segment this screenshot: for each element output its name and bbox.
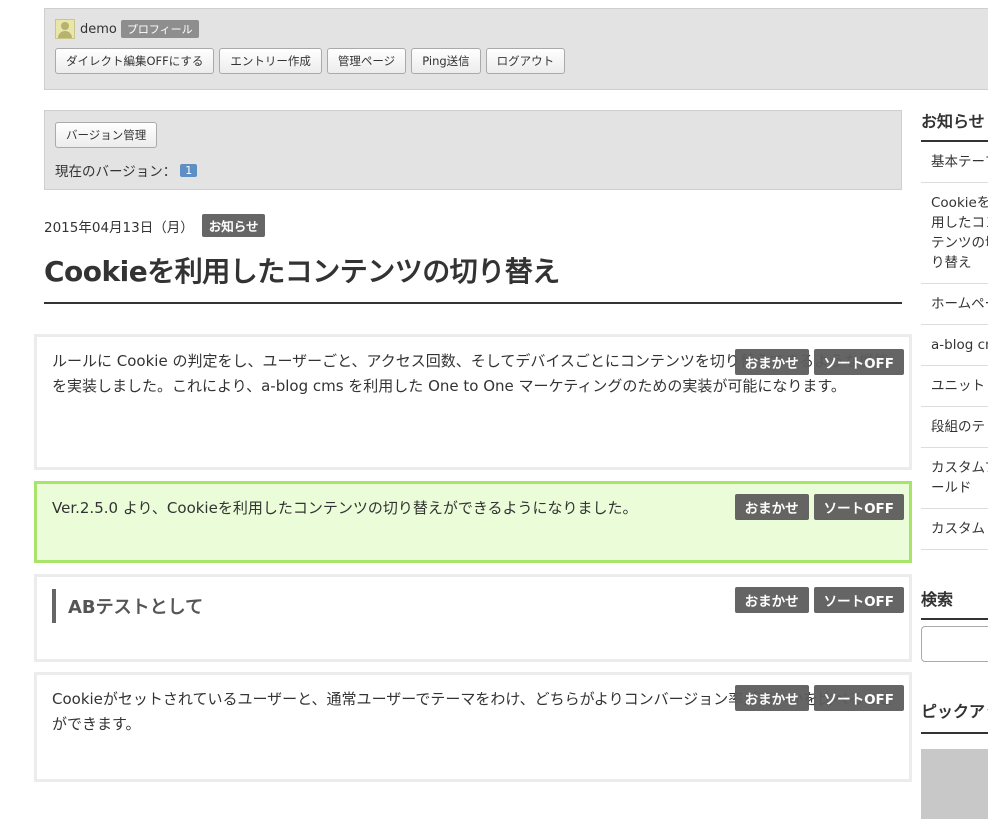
- news-heading: お知らせ: [921, 112, 985, 131]
- create-entry-button[interactable]: エントリー作成: [219, 48, 322, 74]
- news-item[interactable]: a-blog cms: [921, 325, 988, 366]
- text-unit[interactable]: ルールに Cookie の判定をし、ユーザーごと、アクセス回数、そしてデバイスご…: [34, 334, 912, 470]
- sort-off-button[interactable]: ソートOFF: [813, 349, 904, 375]
- news-item[interactable]: ユニット: [921, 366, 988, 407]
- omakase-button[interactable]: おまかせ: [734, 685, 809, 711]
- pickup-heading: ピックアップ: [921, 702, 988, 721]
- omakase-button[interactable]: おまかせ: [734, 587, 809, 613]
- text-unit-selected[interactable]: Ver.2.5.0 より、Cookieを利用したコンテンツの切り替えができるよう…: [34, 481, 912, 563]
- entry-date: 2015年04月13日（月）: [44, 219, 194, 236]
- current-version: 現在のバージョン： 1: [55, 160, 198, 180]
- news-item[interactable]: 基本テーマ: [921, 142, 988, 183]
- news-list: 基本テーマ Cookieを利用したコンテンツの切り替え ホームページ a-blo…: [921, 140, 988, 550]
- omakase-button[interactable]: おまかせ: [734, 494, 809, 520]
- sort-off-button[interactable]: ソートOFF: [813, 494, 904, 520]
- user-info: demo プロフィール: [55, 19, 199, 39]
- unit-actions: おまかせ ソートOFF: [734, 685, 904, 711]
- direct-edit-off-button[interactable]: ダイレクト編集OFFにする: [55, 48, 215, 74]
- search-heading: 検索: [921, 590, 954, 609]
- profile-link[interactable]: プロフィール: [120, 20, 199, 38]
- search-input[interactable]: [921, 626, 988, 662]
- sort-off-button[interactable]: ソートOFF: [813, 685, 904, 711]
- ping-send-button[interactable]: Ping送信: [411, 48, 481, 74]
- admin-buttons: ダイレクト編集OFFにする エントリー作成 管理ページ Ping送信 ログアウト: [55, 48, 566, 74]
- news-item[interactable]: ホームページ: [921, 284, 988, 325]
- admin-toolbar: demo プロフィール ダイレクト編集OFFにする エントリー作成 管理ページ …: [44, 8, 988, 90]
- heading-unit[interactable]: ABテストとして おまかせ ソートOFF: [34, 574, 912, 662]
- entry-meta: 2015年04月13日（月） お知らせ: [44, 214, 266, 237]
- sort-off-button[interactable]: ソートOFF: [813, 587, 904, 613]
- sidebar: お知らせ 基本テーマ Cookieを利用したコンテンツの切り替え ホームページ …: [921, 108, 988, 819]
- user-avatar-icon: [55, 19, 75, 39]
- news-item[interactable]: カスタムフィールド: [921, 448, 988, 509]
- category-badge[interactable]: お知らせ: [201, 214, 266, 237]
- unit-actions: おまかせ ソートOFF: [734, 349, 904, 375]
- pickup-section: [921, 732, 988, 819]
- pickup-image[interactable]: [921, 749, 988, 819]
- current-version-label: 現在のバージョン：: [55, 164, 177, 180]
- unit-heading: ABテストとして: [52, 589, 203, 623]
- news-item[interactable]: カスタム: [921, 509, 988, 550]
- search-section: [921, 618, 988, 662]
- version-number-badge[interactable]: 1: [180, 163, 198, 177]
- news-item[interactable]: Cookieを利用したコンテンツの切り替え: [921, 183, 988, 284]
- text-unit[interactable]: Cookieがセットされているユーザーと、通常ユーザーでテーマをわけ、どちらがよ…: [34, 672, 912, 782]
- entry-title: Cookieを利用したコンテンツの切り替え: [44, 250, 902, 304]
- unit-actions: おまかせ ソートOFF: [734, 494, 904, 520]
- unit-actions: おまかせ ソートOFF: [734, 587, 904, 613]
- admin-page-button[interactable]: 管理ページ: [326, 48, 407, 74]
- news-item[interactable]: 段組のテ: [921, 407, 988, 448]
- logout-button[interactable]: ログアウト: [485, 48, 566, 74]
- version-panel: バージョン管理 現在のバージョン： 1: [44, 110, 902, 190]
- omakase-button[interactable]: おまかせ: [734, 349, 809, 375]
- version-manage-button[interactable]: バージョン管理: [55, 122, 158, 148]
- username: demo: [80, 21, 117, 37]
